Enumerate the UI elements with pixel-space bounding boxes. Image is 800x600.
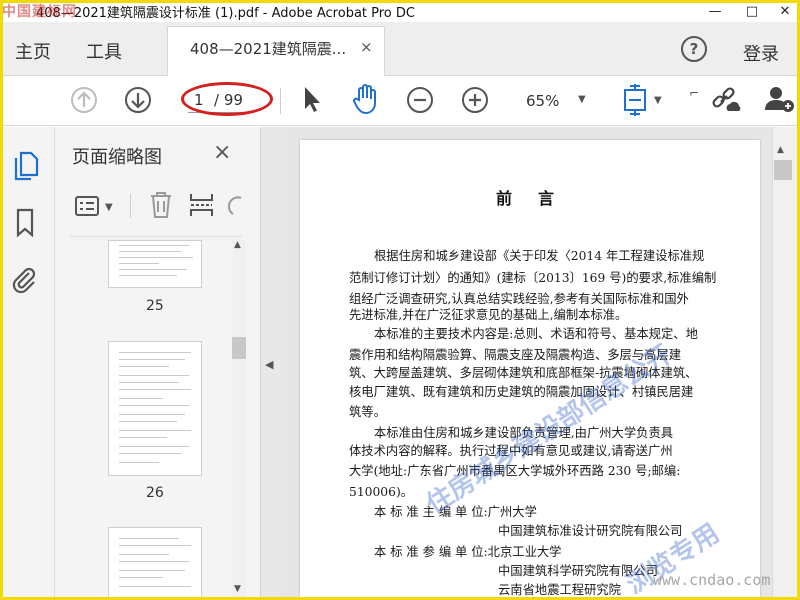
fit-dropdown-icon[interactable]: ▼ [654, 95, 662, 106]
next-page-icon[interactable] [124, 86, 152, 114]
login-button[interactable]: 登录 [743, 40, 779, 66]
title-bar: 408—2021建筑隔震设计标准 (1).pdf - Adobe Acrobat… [0, 0, 800, 22]
rotate-page-icon[interactable] [228, 194, 242, 218]
previous-page-icon[interactable] [70, 86, 98, 114]
help-icon[interactable]: ? [681, 36, 707, 62]
red-highlight-ellipse [181, 82, 273, 116]
collapse-panel-icon[interactable]: ◀ [265, 358, 273, 371]
attachment-icon[interactable] [10, 264, 38, 294]
doc-scroll-up-icon[interactable]: ▲ [777, 145, 784, 155]
paragraph-line: 范制订修订计划〉的通知》(建标〔2013〕169 号)的要求,标准编制 [349, 271, 717, 285]
top-left-watermark: 中国建标网 [2, 4, 77, 20]
thumbnail-options-dropdown-icon[interactable]: ▼ [105, 202, 113, 213]
participating-unit-line: 本 标 准 参 编 单 位:北京工业大学 [374, 545, 562, 559]
thumbnail-options-icon[interactable] [74, 194, 102, 218]
participating-unit-line: 云南省地震工程研究院 [498, 583, 621, 597]
chief-editor-line: 中国建筑标准设计研究院有限公司 [498, 524, 683, 538]
share-link-icon[interactable] [710, 84, 742, 116]
page-thumbnail[interactable] [108, 341, 202, 476]
thumbnails-panel-title: 页面缩略图 [72, 147, 162, 168]
close-window-button[interactable]: ✕ [770, 0, 800, 22]
thumbnails-scroll-thumb[interactable] [232, 337, 246, 359]
paragraph-line: 先进标准,并在广泛征求意见的基础上,编制本标准。 [349, 308, 628, 322]
paragraph-line: 筑等。 [349, 405, 386, 419]
panel-divider [130, 194, 131, 218]
maximize-button[interactable]: □ [737, 0, 767, 22]
scroll-down-icon[interactable]: ▼ [234, 584, 241, 594]
toolbar-divider [280, 88, 281, 114]
menu-tools[interactable]: 工具 [86, 38, 122, 64]
panel-toolbar-separator [70, 236, 242, 237]
insert-page-icon[interactable] [188, 190, 216, 220]
delete-page-icon[interactable] [147, 190, 175, 220]
fit-page-icon[interactable] [620, 84, 650, 116]
select-arrow-icon[interactable] [298, 84, 326, 114]
truncated-tool-icon[interactable]: ⌐ [688, 86, 700, 100]
left-navigation-rail [0, 127, 55, 600]
zoom-in-icon[interactable] [461, 86, 489, 114]
hand-tool-icon[interactable] [350, 82, 382, 116]
zoom-out-icon[interactable] [406, 86, 434, 114]
bookmark-icon[interactable] [12, 208, 38, 238]
zoom-dropdown-icon[interactable]: ▼ [578, 94, 586, 105]
thumbnails-scrollbar[interactable] [232, 240, 246, 600]
page-thumbnail[interactable] [108, 527, 202, 600]
close-panel-icon[interactable]: × [213, 140, 231, 165]
window-title: 408—2021建筑隔震设计标准 (1).pdf - Adobe Acrobat… [36, 6, 415, 21]
tab-close-icon[interactable]: × [360, 38, 373, 56]
toolbar [0, 76, 800, 126]
minimize-button[interactable]: — [700, 0, 730, 22]
menu-home[interactable]: 主页 [15, 38, 51, 64]
page-thumbnail[interactable] [108, 240, 202, 288]
zoom-level[interactable]: 65% [526, 92, 559, 110]
paragraph-line: 510006)。 [349, 485, 414, 499]
paragraph-line: 根据住房和城乡建设部《关于印发〈2014 年工程建设标准规 [374, 249, 705, 263]
thumbnail-page-number: 26 [146, 485, 164, 501]
scroll-up-icon[interactable]: ▲ [234, 240, 241, 250]
site-watermark: www.cndao.com [653, 571, 771, 589]
add-user-icon[interactable] [764, 84, 796, 114]
page-thumbnails-icon[interactable] [12, 151, 40, 181]
document-heading: 前言 [496, 189, 581, 208]
document-scrollbar[interactable] [772, 127, 800, 600]
document-tab-label[interactable]: 408—2021建筑隔震... [190, 38, 346, 59]
thumbnail-page-number: 25 [146, 298, 164, 314]
document-scroll-thumb[interactable] [774, 160, 792, 180]
